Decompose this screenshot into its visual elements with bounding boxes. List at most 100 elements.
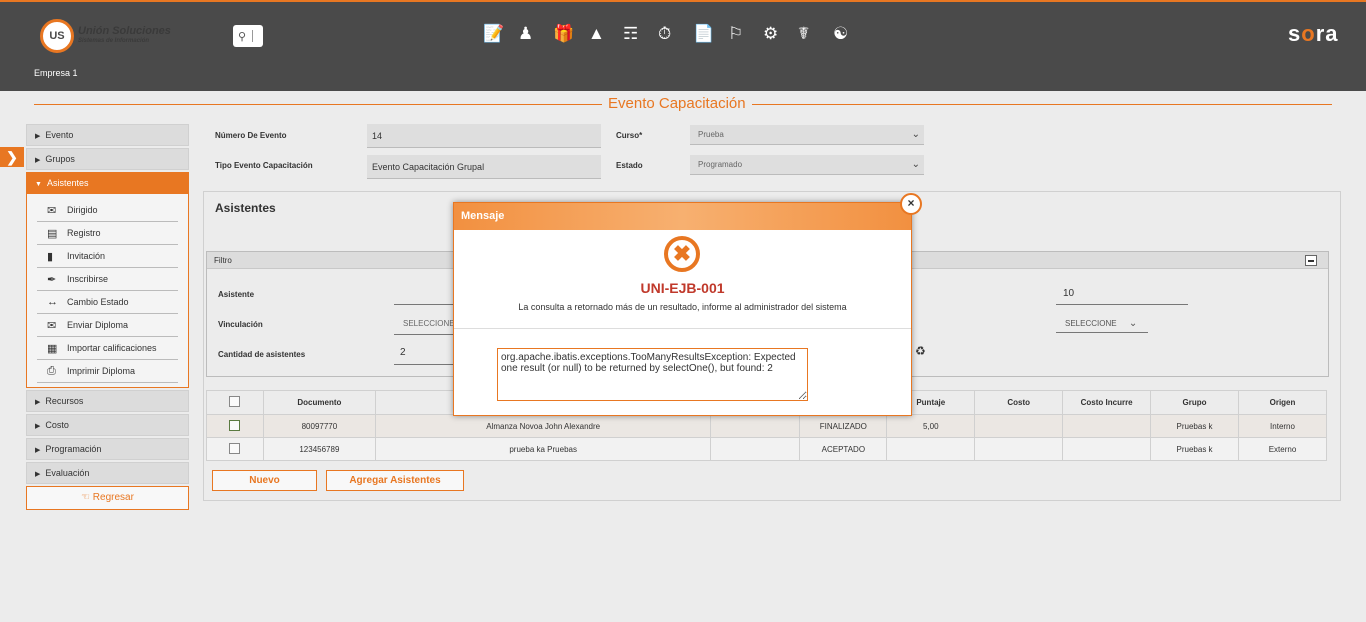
error-icon: ✖ (664, 236, 700, 272)
asistente-label: Asistente (218, 290, 255, 299)
dialog-title[interactable]: Mensaje (454, 203, 911, 230)
table-row[interactable]: 80097770 Almanza Novoa John Alexandre FI… (206, 414, 1327, 438)
search-button[interactable]: ⚲ (233, 25, 263, 47)
cell-empty (710, 437, 801, 461)
caret-right-icon: ▶ (35, 157, 41, 164)
error-message: La consulta a retornado más de un result… (518, 302, 847, 312)
logo-subtitle: Sistemas de Información (78, 38, 150, 44)
select-all-header (206, 390, 264, 415)
column-header[interactable]: Costo (974, 390, 1064, 415)
nuevo-button[interactable]: Nuevo (212, 470, 317, 491)
cell-estado: ACEPTADO (799, 437, 888, 461)
chevron-down-icon: ⌄ (911, 129, 920, 140)
sidebar-item-costo[interactable]: ▶ Costo (26, 414, 189, 436)
person-icon[interactable]: ♟ (518, 24, 553, 44)
cantidad-field[interactable]: 2 (400, 347, 406, 358)
company-name[interactable]: Empresa 1 (34, 68, 78, 78)
right-filter-select[interactable]: SELECCIONE ⌄ (1065, 318, 1137, 329)
envelope-icon: ✉ (47, 319, 57, 332)
row-checkbox[interactable] (229, 419, 241, 431)
cell-documento: 80097770 (262, 414, 376, 438)
numero-evento-label: Número De Evento (215, 131, 287, 140)
submenu-item-inscribirse[interactable]: ✒ Inscribirse (37, 268, 178, 291)
report-edit-icon[interactable]: 📝 (483, 24, 518, 44)
tipo-evento-field[interactable]: Evento Capacitación Grupal (367, 155, 601, 179)
cell-grupo: Pruebas k (1150, 414, 1240, 438)
error-detail-textarea[interactable]: org.apache.ibatis.exceptions.TooManyResu… (497, 348, 808, 401)
submenu-item-invitacion[interactable]: ▮ Invitación (37, 245, 178, 268)
gift-icon[interactable]: 🎁 (553, 24, 588, 44)
sidebar-item-evaluacion[interactable]: ▶ Evaluación (26, 462, 189, 484)
right-filter-field[interactable]: 10 (1063, 288, 1074, 299)
cell-nombre: Almanza Novoa John Alexandre (374, 414, 712, 438)
cell-puntaje: 5,00 (886, 414, 976, 438)
estado-label: Estado (616, 161, 643, 170)
column-header[interactable]: Costo Incurre (1062, 390, 1152, 415)
tipo-evento-label: Tipo Evento Capacitación (215, 161, 313, 170)
gears-icon[interactable]: ⚙ (763, 24, 798, 44)
signpost-icon[interactable]: ⚐ (728, 24, 763, 44)
estado-select[interactable]: Programado ⌄ (690, 155, 924, 175)
caret-right-icon: ▶ (35, 399, 41, 406)
vinculacion-select[interactable]: SELECCIONE (403, 319, 455, 328)
document-icon: ▮ (47, 250, 54, 263)
org-chart-icon[interactable]: ▲ (588, 24, 623, 44)
agregar-asistentes-button[interactable]: Agregar Asistentes (326, 470, 464, 491)
caret-right-icon: ▶ (35, 471, 41, 478)
submenu-item-registro[interactable]: ▤ Registro (37, 222, 178, 245)
import-icon: ▦ (47, 342, 58, 355)
sidebar-item-grupos[interactable]: ▶ Grupos (26, 148, 189, 170)
curso-select[interactable]: Prueba ⌄ (690, 125, 924, 145)
company-logo[interactable]: US Unión Soluciones Sistemas de Informac… (40, 19, 171, 53)
cell-origen: Externo (1238, 437, 1327, 461)
pen-icon: ✒ (47, 273, 57, 286)
sidebar: ▶ Evento ▶ Grupos ▼ Asistentes ✉ Dirigido ▤ R… (26, 124, 189, 510)
cell-grupo: Pruebas k (1150, 437, 1240, 461)
medical-briefcase-icon[interactable]: ☤ (798, 24, 833, 44)
cell-origen: Interno (1238, 414, 1327, 438)
top-bar: US Unión Soluciones Sistemas de Informac… (0, 0, 1366, 91)
sidebar-toggle-button[interactable]: ❯ (0, 147, 24, 167)
asistente-input[interactable] (394, 304, 454, 305)
sidebar-item-programacion[interactable]: ▶ Programación (26, 438, 189, 460)
submenu-item-imprimir-diploma[interactable]: ⎙ Imprimir Diploma (37, 360, 178, 383)
cell-nombre: prueba ka Pruebas (374, 437, 712, 461)
mail-send-icon: ✉ (47, 204, 57, 217)
caret-right-icon: ▶ (35, 423, 41, 430)
caret-down-icon: ▼ (35, 181, 42, 188)
asistentes-title: Asistentes (215, 201, 276, 215)
collapse-button[interactable] (1305, 255, 1317, 266)
module-toolbar: 📝 ♟ 🎁 ▲ ☶ ⏱ 📄 ⚐ ⚙ ☤ ☯ (483, 24, 868, 44)
curso-label: Curso* (616, 131, 643, 140)
column-header[interactable]: Grupo (1150, 390, 1240, 415)
numero-evento-field[interactable]: 14 (367, 124, 601, 148)
select-all-checkbox[interactable] (229, 396, 241, 407)
error-code: UNI-EJB-001 (640, 280, 725, 296)
stopwatch-icon[interactable]: ⏱ (658, 24, 693, 44)
table-row[interactable]: 123456789 prueba ka Pruebas ACEPTADO Pru… (206, 437, 1327, 461)
column-header[interactable]: Documento (262, 390, 376, 415)
sidebar-item-evento[interactable]: ▶ Evento (26, 124, 189, 146)
caret-right-icon: ▶ (35, 447, 41, 454)
submenu-item-dirigido[interactable]: ✉ Dirigido (37, 199, 178, 222)
chevron-right-icon: ❯ (6, 149, 18, 165)
submenu-item-cambio-estado[interactable]: ↔ Cambio Estado (37, 291, 178, 314)
cell-empty (710, 414, 801, 438)
column-header[interactable]: Origen (1238, 390, 1327, 415)
close-dialog-button[interactable]: × (900, 193, 922, 215)
brand-logo: sora (1288, 21, 1339, 46)
document-icon[interactable]: 📄 (693, 24, 728, 44)
sidebar-item-asistentes[interactable]: ▼ Asistentes (26, 172, 189, 194)
submenu-item-enviar-diploma[interactable]: ✉ Enviar Diploma (37, 314, 178, 337)
person-card-icon[interactable]: ☶ (623, 24, 658, 44)
logo-mark: US (40, 19, 74, 53)
submenu-item-importar-calificaciones[interactable]: ▦ Importar calificaciones (37, 337, 178, 360)
row-checkbox[interactable] (229, 442, 241, 454)
list-icon: ▤ (47, 227, 58, 240)
sidebar-item-recursos[interactable]: ▶ Recursos (26, 390, 189, 412)
support-group-icon[interactable]: ☯ (833, 24, 868, 44)
close-icon: × (907, 196, 915, 210)
back-button[interactable]: ☜ Regresar (26, 486, 189, 510)
cell-documento: 123456789 (262, 437, 376, 461)
clear-filter-icon[interactable]: ♻ (915, 344, 926, 358)
